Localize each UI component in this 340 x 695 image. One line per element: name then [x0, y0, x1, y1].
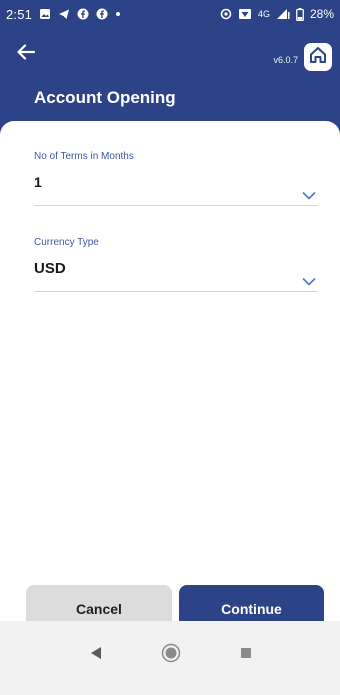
status-time: 2:51: [6, 6, 33, 22]
system-nav-bar: [0, 621, 340, 695]
home-button[interactable]: [304, 43, 332, 71]
data-saver-icon: [220, 8, 232, 20]
currency-field: Currency Type USD: [34, 237, 318, 292]
terms-value: 1: [34, 174, 42, 190]
battery-level: 28%: [309, 7, 334, 21]
triangle-back-icon: [90, 646, 102, 665]
terms-select[interactable]: 1: [34, 174, 318, 206]
signal-icon: [276, 8, 290, 20]
currency-value: USD: [34, 260, 66, 277]
currency-select[interactable]: USD: [34, 260, 318, 292]
app-bar: v6.0.7: [0, 28, 340, 90]
back-button[interactable]: [12, 40, 40, 68]
title-bar: Account Opening: [0, 85, 340, 121]
home-icon: [308, 46, 328, 69]
nav-recents-button[interactable]: [226, 635, 266, 675]
battery-icon: [296, 7, 304, 21]
terms-label: No of Terms in Months: [34, 151, 134, 162]
currency-label: Currency Type: [34, 237, 99, 248]
page-title: Account Opening: [34, 88, 176, 107]
phone-screen: 2:51 4G 28% v6.0.7 Account Opening No of…: [0, 0, 340, 695]
facebook-icon: [96, 8, 108, 20]
arrow-left-icon: [17, 43, 36, 65]
network-type: 4G: [257, 9, 270, 19]
terms-field: No of Terms in Months 1: [34, 151, 318, 206]
chevron-down-icon: [302, 188, 316, 200]
nav-back-button[interactable]: [76, 635, 116, 675]
telegram-icon: [58, 8, 70, 20]
square-recents-icon: [240, 646, 252, 664]
form-content: No of Terms in Months 1 Currency Type US…: [0, 121, 340, 621]
app-version: v6.0.7: [273, 55, 298, 65]
facebook-icon: [77, 8, 89, 20]
dot-icon: [115, 11, 121, 17]
circle-home-icon: [161, 643, 181, 668]
nav-home-button[interactable]: [151, 635, 191, 675]
wifi-icon: [238, 8, 252, 20]
status-bar: 2:51 4G 28%: [0, 0, 340, 28]
gallery-icon: [39, 8, 51, 20]
chevron-down-icon: [302, 274, 316, 286]
